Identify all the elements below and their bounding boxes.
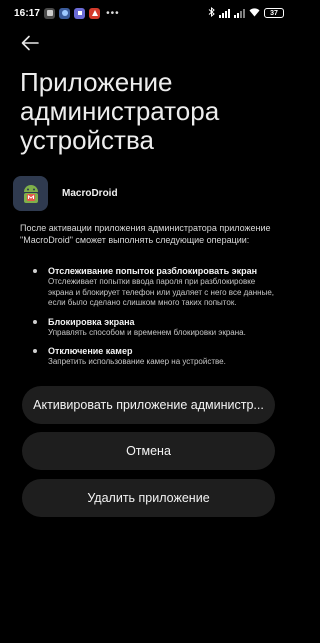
admin-description: После активации приложения администратор… xyxy=(20,223,271,245)
macrodroid-app-icon xyxy=(13,176,48,211)
uninstall-label: Удалить приложение xyxy=(87,491,210,505)
bluetooth-icon xyxy=(208,6,215,19)
bullet-icon xyxy=(33,349,37,353)
list-item: Отключение камер Запретить использование… xyxy=(30,346,280,368)
app-info-row: MacroDroid xyxy=(13,176,118,211)
back-button[interactable] xyxy=(19,32,41,54)
policy-description: Отслеживает попытки ввода пароля при раз… xyxy=(48,277,275,307)
policy-list: Отслеживание попыток разблокировать экра… xyxy=(30,266,280,376)
status-bar: 16:17 ••• 37 xyxy=(0,0,297,26)
policy-title: Отключение камер xyxy=(48,346,133,356)
app-notif-icon xyxy=(44,7,56,19)
back-arrow-icon xyxy=(21,35,39,51)
alert-notif-icon xyxy=(89,7,101,19)
status-bar-left: 16:17 ••• xyxy=(14,7,120,19)
signal-2-icon xyxy=(234,8,245,18)
activate-admin-label: Активировать приложение администр... xyxy=(33,398,264,412)
cancel-button[interactable]: Отмена xyxy=(22,432,275,470)
status-bar-right: 37 xyxy=(208,6,284,19)
cancel-label: Отмена xyxy=(126,444,171,458)
wifi-icon xyxy=(249,7,260,19)
android-notif-icon xyxy=(59,7,71,19)
app-notif-icon xyxy=(74,7,86,19)
signal-icon xyxy=(219,8,230,18)
list-item: Отслеживание попыток разблокировать экра… xyxy=(30,266,280,309)
policy-description: Управлять способом и временем блокировки… xyxy=(48,327,246,337)
page-title: Приложение администратора устройства xyxy=(20,67,220,155)
uninstall-app-button[interactable]: Удалить приложение xyxy=(22,479,275,517)
battery-icon: 37 xyxy=(264,8,284,18)
status-time: 16:17 xyxy=(14,7,41,19)
activate-admin-button[interactable]: Активировать приложение администр... xyxy=(22,386,275,424)
policy-title: Отслеживание попыток разблокировать экра… xyxy=(48,266,258,276)
policy-description: Запретить использование камер на устройс… xyxy=(48,357,226,366)
policy-title: Блокировка экрана xyxy=(48,316,135,327)
bullet-icon xyxy=(33,319,37,324)
bullet-icon xyxy=(33,269,37,273)
list-item: Блокировка экрана Управлять способом и в… xyxy=(30,317,280,339)
more-notifications-icon: ••• xyxy=(106,7,120,19)
app-name: MacroDroid xyxy=(62,188,118,199)
